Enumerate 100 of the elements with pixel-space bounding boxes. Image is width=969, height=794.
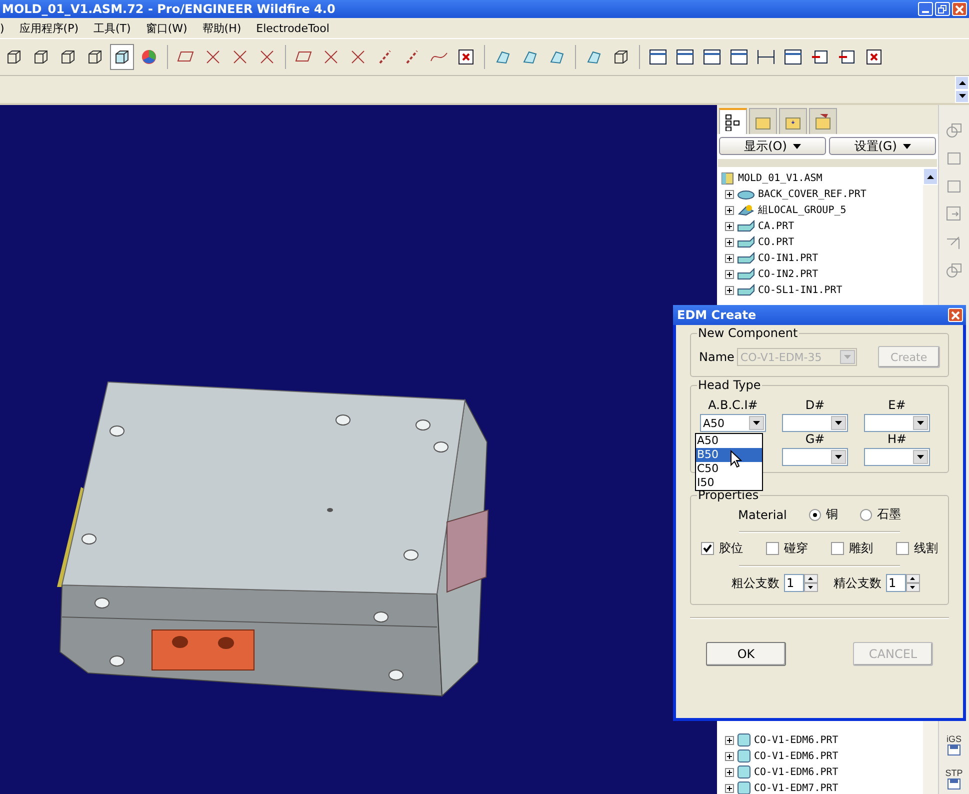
menu-item[interactable]: 窗口(W)	[146, 20, 188, 36]
tree-item[interactable]: BACK_COVER_REF.PRT	[758, 188, 866, 200]
dropdown-option[interactable]: A50	[696, 434, 762, 448]
scroll-up-icon[interactable]	[958, 80, 966, 85]
assembly-icon	[721, 171, 735, 185]
menu-item[interactable]: )	[0, 22, 4, 34]
option-checkbox[interactable]: 线割	[896, 540, 938, 557]
close-box-icon	[457, 48, 475, 66]
expand-icon[interactable]	[725, 206, 734, 214]
box-icon	[612, 48, 630, 66]
dropdown-option[interactable]: I50	[696, 476, 762, 490]
export-button[interactable]: STP	[940, 768, 968, 790]
group-label: New Component	[697, 326, 799, 340]
menu-item[interactable]: 应用程序(P)	[19, 20, 79, 36]
minimize-button[interactable]	[918, 2, 933, 16]
minimize-icon	[922, 10, 929, 12]
dropdown-option[interactable]: C50	[696, 462, 762, 476]
expand-icon[interactable]	[725, 254, 734, 262]
material-radio-button[interactable]: 石墨	[860, 506, 901, 523]
export-button[interactable]: iGS	[940, 734, 968, 756]
option-checkbox[interactable]: 胶位	[701, 540, 743, 557]
tree-item[interactable]: CO-SL1-IN1.PRT	[758, 284, 842, 296]
scroll-down-icon[interactable]	[958, 94, 966, 98]
option-checkbox[interactable]: 雕刻	[831, 540, 873, 557]
field-label: D#	[805, 398, 825, 412]
toolbar-button[interactable]	[110, 44, 134, 70]
dropdown-button[interactable]: 设置(G)	[829, 137, 936, 155]
tree-item[interactable]: CO-IN2.PRT	[758, 268, 818, 280]
tree-icon	[724, 113, 742, 131]
expand-icon[interactable]	[725, 768, 734, 776]
head-type-combo-box[interactable]	[864, 414, 930, 432]
flag-icon	[838, 48, 856, 66]
head-type-combo-box[interactable]	[782, 414, 848, 432]
tree-item[interactable]: CA.PRT	[758, 220, 794, 232]
field-label: Name	[699, 350, 734, 364]
part-icon	[737, 268, 755, 280]
expand-icon[interactable]	[725, 752, 734, 760]
navigator-tab[interactable]	[719, 108, 747, 134]
tools-folder-icon	[814, 112, 832, 130]
scroll-up-icon[interactable]	[927, 174, 934, 178]
point-icon	[349, 48, 367, 66]
part-icon	[737, 220, 755, 232]
field-label: A.B.C.I#	[708, 398, 758, 412]
dropdown-button[interactable]: 显示(O)	[719, 137, 826, 155]
tree-item[interactable]: CO-V1-EDM6.PRT	[754, 734, 838, 746]
restore-icon	[938, 4, 947, 14]
restore-button[interactable]	[935, 2, 950, 16]
menu-item[interactable]: 帮助(H)	[202, 20, 242, 36]
datum-axis-icon	[204, 48, 222, 66]
dialog-button[interactable]: OK	[706, 642, 786, 666]
field-label: H#	[887, 432, 907, 446]
color-wheel-icon	[140, 48, 158, 66]
tree-item[interactable]: CO-V1-EDM6.PRT	[754, 766, 838, 778]
tree-item[interactable]: CO-V1-EDM6.PRT	[754, 750, 838, 762]
spin-up-icon[interactable]	[910, 577, 915, 580]
hidden-line-cube-icon	[59, 48, 77, 66]
menu-item[interactable]: ElectrodeTool	[256, 22, 330, 34]
dialog-title: EDM Create	[677, 308, 756, 322]
part-icon	[737, 733, 751, 747]
expand-icon[interactable]	[725, 238, 734, 246]
tree-item[interactable]: CO.PRT	[758, 236, 794, 248]
head-type-combo-box[interactable]	[864, 448, 930, 466]
part-icon	[737, 749, 751, 763]
window-title: MOLD_01_V1.ASM.72 - Pro/ENGINEER Wildfire 4.0	[1, 2, 336, 16]
dropdown-option[interactable]: B50	[696, 448, 762, 462]
list-icon	[784, 48, 802, 66]
expand-icon[interactable]	[725, 270, 734, 278]
tree-item[interactable]: 組LOCAL_GROUP_5	[758, 203, 846, 217]
close-button[interactable]	[952, 2, 967, 16]
part-icon	[737, 236, 755, 248]
expand-icon[interactable]	[725, 190, 734, 198]
spin-down-icon[interactable]	[910, 586, 915, 589]
expand-icon[interactable]	[725, 222, 734, 230]
spin-down-icon[interactable]	[808, 586, 813, 589]
caret-icon	[917, 455, 924, 459]
tree-item[interactable]: MOLD_01_V1.ASM	[738, 172, 822, 184]
group-label: Head Type	[697, 378, 762, 392]
option-checkbox[interactable]: 碰穿	[766, 540, 808, 557]
caret-icon	[792, 144, 801, 148]
expand-icon[interactable]	[725, 784, 734, 792]
table-icon	[703, 48, 721, 66]
close-button[interactable]	[948, 308, 963, 322]
spin-up-icon[interactable]	[808, 577, 813, 580]
field-label: Material	[738, 508, 787, 522]
group-icon	[737, 204, 755, 216]
expand-icon[interactable]	[725, 736, 734, 744]
insert-icon	[945, 205, 964, 223]
material-radio-button[interactable]: 铜	[808, 506, 838, 523]
menu-item[interactable]: 工具(T)	[94, 20, 131, 36]
caret-icon	[917, 421, 924, 425]
head-type-combo-box[interactable]	[782, 448, 848, 466]
expand-icon[interactable]	[725, 286, 734, 294]
head-type-combo-box[interactable]: A50	[700, 414, 766, 432]
close-icon	[955, 4, 964, 14]
tree-item[interactable]: CO-V1-EDM7.PRT	[754, 782, 838, 794]
field-label: 精公支数	[834, 574, 882, 592]
flag-icon	[811, 48, 829, 66]
shaded-cube-icon	[113, 48, 131, 66]
view-box-icon	[5, 48, 23, 66]
tree-item[interactable]: CO-IN1.PRT	[758, 252, 818, 264]
